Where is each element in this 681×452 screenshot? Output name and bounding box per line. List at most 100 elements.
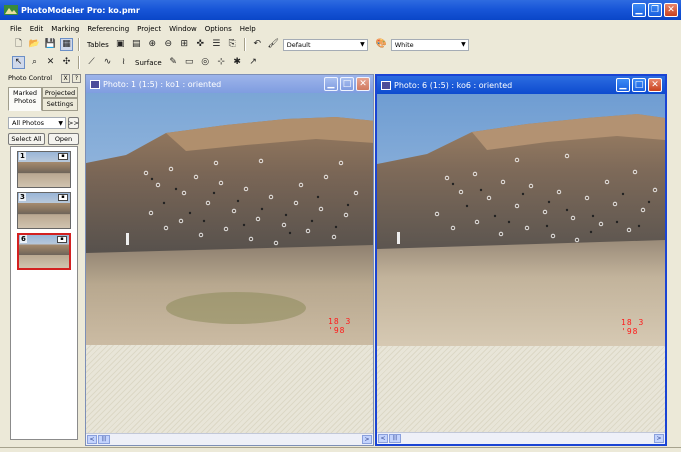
- close-button[interactable]: ✕: [664, 3, 678, 17]
- photo-control-panel: Photo Control X ? Marked Photos Projecte…: [6, 72, 82, 444]
- line-mode-icon[interactable]: ⟋: [85, 56, 98, 69]
- pencil-icon[interactable]: ✎: [167, 56, 180, 69]
- photo-thumbnail[interactable]: 1 ▪: [17, 151, 71, 188]
- photo-empty-area: [86, 345, 373, 433]
- tab-marked-photos[interactable]: Marked Photos: [8, 87, 42, 111]
- color-combo-value: White: [394, 40, 414, 49]
- curve-mode-icon[interactable]: ∿: [101, 56, 114, 69]
- style-combo[interactable]: Default ▼: [282, 38, 368, 51]
- photo-canvas[interactable]: 18 3 '98: [86, 93, 373, 345]
- edge-mode-icon[interactable]: ≀: [117, 56, 130, 69]
- drive-icon[interactable]: ↗: [247, 56, 260, 69]
- toolbar-separator: [78, 38, 80, 51]
- open-folder-icon[interactable]: 📂: [28, 38, 41, 51]
- panel-help-button[interactable]: ?: [72, 74, 81, 83]
- app-title-bar[interactable]: PhotoModeler Pro: ko.pmr ▁ ❐ ✕: [0, 0, 681, 20]
- marking-toolbar: ↖ ⌕ ✕ ✣ ⟋ ∿ ≀ Surface ✎ ▭ ◎ ⊹ ✱ ↗: [12, 54, 260, 71]
- menu-project[interactable]: Project: [137, 25, 161, 33]
- list-icon[interactable]: ☰: [210, 38, 223, 51]
- photo-window-6[interactable]: Photo: 6 (1:5) : ko6 : oriented ▁ □ ✕ 18…: [375, 74, 667, 446]
- color-combo[interactable]: White ▼: [390, 38, 469, 51]
- style-brush-icon[interactable]: 🖌: [267, 38, 280, 51]
- point-audit-icon[interactable]: ✜: [194, 38, 207, 51]
- app-title: PhotoModeler Pro: ko.pmr: [21, 5, 140, 15]
- photo-window-icon: [90, 79, 100, 89]
- photo-window-1[interactable]: Photo: 1 (1:5) : ko1 : oriented ▁ □ ✕ 18…: [85, 74, 374, 446]
- menu-referencing[interactable]: Referencing: [87, 25, 129, 33]
- grid-view-icon[interactable]: ▣: [114, 38, 127, 51]
- photo-filter-value: All Photos: [12, 119, 45, 127]
- photo-window-title-bar[interactable]: Photo: 6 (1:5) : ko6 : oriented ▁ □ ✕: [377, 76, 665, 94]
- minimize-button[interactable]: ▁: [616, 78, 630, 92]
- photo-date-stamp: 18 3 '98: [328, 317, 352, 335]
- photo-filter-select[interactable]: All Photos ▼: [8, 117, 66, 129]
- chevron-down-icon: ▼: [360, 41, 365, 48]
- photo-thumbnail-selected[interactable]: 6 ▪: [17, 233, 71, 270]
- menu-edit[interactable]: Edit: [30, 25, 44, 33]
- maximize-button[interactable]: □: [340, 77, 354, 91]
- close-button[interactable]: ✕: [648, 78, 662, 92]
- maximize-button[interactable]: □: [632, 78, 646, 92]
- paint-color-icon[interactable]: 🎨: [375, 38, 388, 51]
- tab-settings[interactable]: Settings: [42, 98, 78, 111]
- auto-mark-icon[interactable]: ✱: [231, 56, 244, 69]
- new-project-icon[interactable]: 🗋: [12, 38, 25, 51]
- style-combo-value: Default: [286, 40, 311, 49]
- export-icon[interactable]: ⎘: [226, 38, 239, 51]
- zoom-in-icon[interactable]: ⊕: [146, 38, 159, 51]
- quarry-photo: [86, 93, 373, 345]
- undo-icon[interactable]: ↶: [251, 38, 264, 51]
- photo-thumbnail[interactable]: 3 ▪: [17, 192, 71, 229]
- photomodeler-app-icon: [4, 5, 18, 15]
- tape-measure-icon[interactable]: ▭: [183, 56, 196, 69]
- minimize-button[interactable]: ▁: [632, 3, 646, 17]
- delete-mark-icon[interactable]: ✕: [44, 56, 57, 69]
- zoom-fit-icon[interactable]: ⊞: [178, 38, 191, 51]
- target-icon[interactable]: ◎: [199, 56, 212, 69]
- photo-control-title: Photo Control: [8, 74, 53, 82]
- process-icon[interactable]: ▦: [60, 38, 73, 51]
- horizontal-scrollbar[interactable]: < ||| >: [377, 432, 665, 444]
- minimize-button[interactable]: ▁: [324, 77, 338, 91]
- photo-canvas[interactable]: 18 3 '98: [377, 94, 665, 346]
- menu-options[interactable]: Options: [205, 25, 232, 33]
- tables-menu-button[interactable]: Tables: [85, 41, 111, 49]
- oriented-icon: ▪: [58, 153, 68, 160]
- zoom-out-icon[interactable]: ⊖: [162, 38, 175, 51]
- scroll-thumb[interactable]: |||: [389, 434, 401, 443]
- more-options-button[interactable]: >>: [68, 117, 79, 129]
- sub-pixel-icon[interactable]: ⊹: [215, 56, 228, 69]
- oriented-icon: ▪: [57, 236, 67, 243]
- tab-projected[interactable]: Projected: [42, 87, 78, 98]
- horizontal-scrollbar[interactable]: < ||| >: [86, 433, 373, 445]
- scroll-right-arrow[interactable]: >: [362, 435, 372, 444]
- scroll-left-arrow[interactable]: <: [378, 434, 388, 443]
- reference-mode-icon[interactable]: ✣: [60, 56, 73, 69]
- zoom-window-icon[interactable]: ⌕: [28, 56, 41, 69]
- panel-close-button[interactable]: X: [61, 74, 70, 83]
- select-all-button[interactable]: Select All: [8, 133, 45, 145]
- toolbar-separator: [243, 38, 246, 51]
- photo-window-title-bar[interactable]: Photo: 1 (1:5) : ko1 : oriented ▁ □ ✕: [86, 75, 373, 93]
- scroll-right-arrow[interactable]: >: [654, 434, 664, 443]
- menu-help[interactable]: Help: [240, 25, 256, 33]
- surface-menu-button[interactable]: Surface: [133, 59, 164, 67]
- save-icon[interactable]: 💾: [44, 38, 57, 51]
- chevron-down-icon: ▼: [461, 41, 466, 48]
- menu-window[interactable]: Window: [169, 25, 197, 33]
- close-button[interactable]: ✕: [356, 77, 370, 91]
- restore-button[interactable]: ❐: [648, 3, 662, 17]
- scroll-left-arrow[interactable]: <: [87, 435, 97, 444]
- status-bar: [0, 447, 681, 452]
- scroll-thumb[interactable]: |||: [98, 435, 110, 444]
- oriented-icon: ▪: [58, 194, 68, 201]
- menu-marking[interactable]: Marking: [51, 25, 79, 33]
- photo-date-stamp: 18 3 '98: [621, 318, 645, 336]
- photo-window-icon: [381, 80, 391, 90]
- open-button[interactable]: Open: [48, 133, 79, 145]
- toolbar-separator: [78, 56, 80, 69]
- menu-file[interactable]: File: [10, 25, 22, 33]
- pointer-icon[interactable]: ↖: [12, 56, 25, 69]
- photo-window-title: Photo: 6 (1:5) : ko6 : oriented: [394, 80, 513, 90]
- layers-icon[interactable]: ▤: [130, 38, 143, 51]
